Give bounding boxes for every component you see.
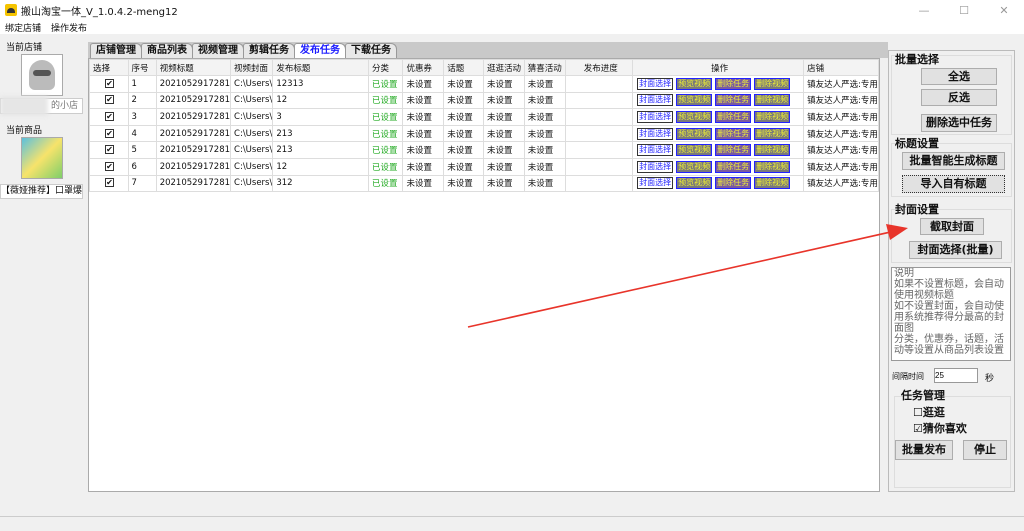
annotation-arrow	[467, 224, 908, 328]
status-bar	[0, 516, 1024, 531]
